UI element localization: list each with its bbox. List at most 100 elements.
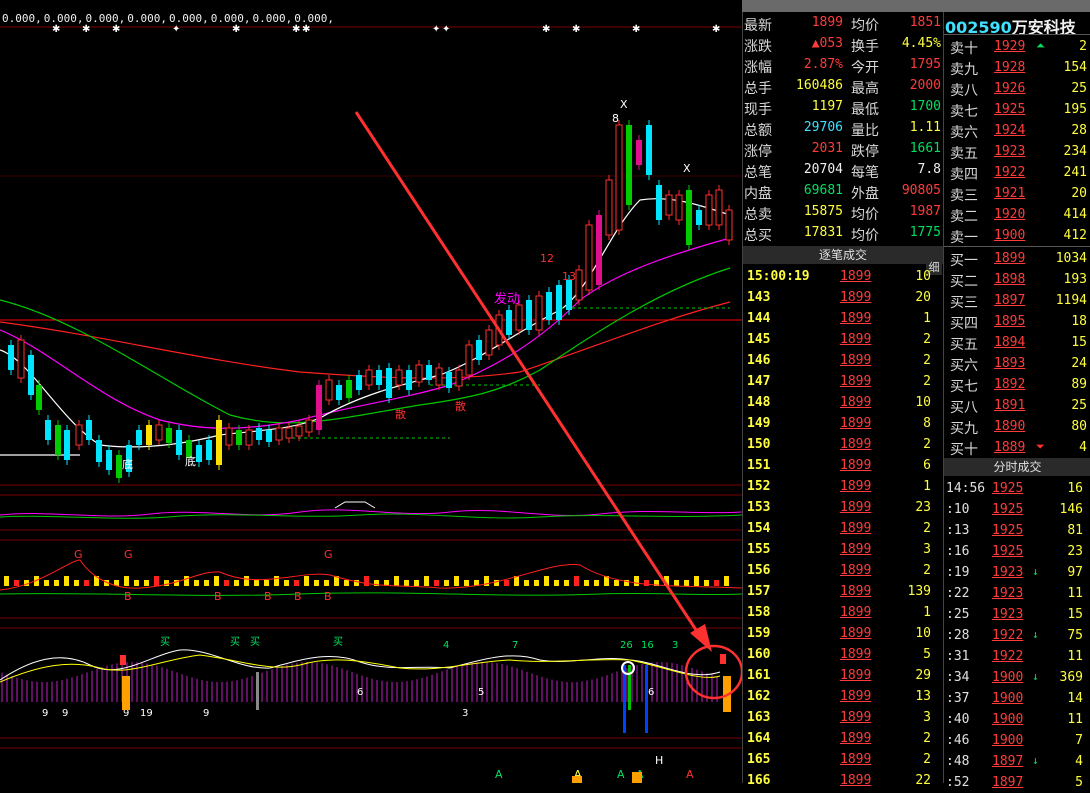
quote-label: 均价 — [851, 18, 879, 34]
candle — [245, 429, 253, 446]
annotation-arrow — [354, 111, 742, 700]
quote-panel: 最新 1899 均价 1851 涨跌 ▲053 换手 4.45% 涨幅 2.87% 今开 1795 总手… — [742, 12, 943, 788]
scatter-signal-label: 散 — [395, 407, 406, 421]
indicator-bar — [344, 580, 349, 586]
candle — [596, 215, 602, 285]
tick-price: 1899 — [840, 521, 872, 536]
quote-value: 29706 — [803, 120, 843, 135]
sell-level[interactable]: 卖五 1923 234 — [944, 141, 1090, 162]
indicator-bar — [544, 576, 549, 586]
candle — [556, 285, 562, 320]
tick-row: 147 1899 2 — [743, 371, 943, 392]
buy-level[interactable]: 买十 1889 4 ⏷ — [944, 437, 1090, 458]
buy-level[interactable]: 买七 1892 89 — [944, 374, 1090, 395]
level-volume: 193 — [1063, 272, 1087, 287]
indicator-bar — [594, 580, 599, 586]
candle — [356, 375, 362, 390]
sell-level[interactable]: 卖三 1921 20 — [944, 183, 1090, 204]
signal-markers: ✱ ✱ ✱ ✦ ✱ ✱ ✱ ✦ ✦ ✱ ✱ ✱ ✱ — [52, 24, 720, 35]
intraday-row: :40 1900 11 — [944, 709, 1090, 730]
tick-row: 155 1899 3 — [743, 539, 943, 560]
count-label: X — [683, 162, 691, 175]
indicator-bar — [564, 580, 569, 586]
candle — [295, 425, 303, 437]
a-signal: A — [617, 768, 625, 781]
level-volume: 28 — [1071, 123, 1087, 138]
intraday-volume: 7 — [1075, 733, 1083, 748]
quote-label: 量比 — [851, 123, 879, 139]
level-label: 卖八 — [950, 83, 978, 99]
buy-level[interactable]: 买四 1895 18 — [944, 311, 1090, 332]
tick-volume: 2 — [923, 731, 931, 746]
sell-level[interactable]: 卖一 1900 412 — [944, 225, 1090, 246]
quote-label: 最高 — [851, 81, 879, 97]
tick-volume: 1 — [923, 479, 931, 494]
quote-value: 1899 — [811, 15, 843, 30]
tick-price: 1899 — [840, 311, 872, 326]
indicator-bar — [274, 576, 279, 586]
quote-value: 1.11 — [909, 120, 941, 135]
quote-label: 外盘 — [851, 186, 879, 202]
tick-volume: 8 — [923, 416, 931, 431]
sell-level[interactable]: 卖四 1922 241 — [944, 162, 1090, 183]
intraday-price: 1925 — [992, 502, 1024, 517]
buy-level[interactable]: 买二 1898 193 — [944, 269, 1090, 290]
buy-level[interactable]: 买六 1893 24 — [944, 353, 1090, 374]
tick-row: 162 1899 13 — [743, 686, 943, 707]
quote-row: 现手 1197 最低 1700 — [743, 97, 943, 118]
tick-time: 160 — [747, 647, 771, 662]
buy-level[interactable]: 买八 1891 25 — [944, 395, 1090, 416]
candle — [305, 419, 313, 433]
level-price: 1892 — [994, 377, 1026, 392]
sell-level[interactable]: 卖七 1925 195 — [944, 99, 1090, 120]
sell-level[interactable]: 卖六 1924 28 — [944, 120, 1090, 141]
count-label: 9 — [203, 708, 209, 719]
intraday-time: :13 — [946, 523, 970, 538]
level-volume: 1034 — [1055, 251, 1087, 266]
intraday-header[interactable]: 分时成交 — [944, 458, 1090, 476]
buy-level[interactable]: 买三 1897 1194 — [944, 290, 1090, 311]
svg-text:✱: ✱ — [632, 24, 640, 35]
tick-price: 1899 — [840, 647, 872, 662]
sell-level[interactable]: 卖八 1926 25 — [944, 78, 1090, 99]
tick-volume: 10 — [915, 269, 931, 284]
tick-row: 153 1899 23 — [743, 497, 943, 518]
sell-level[interactable]: 卖十 1929 2 ⏶ — [944, 36, 1090, 57]
candle — [336, 385, 342, 400]
buy-level[interactable]: 买五 1894 15 — [944, 332, 1090, 353]
intraday-volume: 15 — [1067, 607, 1083, 622]
candle — [275, 427, 283, 441]
indicator-bar — [64, 576, 69, 586]
sell-level[interactable]: 卖九 1928 154 — [944, 57, 1090, 78]
buy-level[interactable]: 买九 1890 80 — [944, 416, 1090, 437]
intraday-volume: 16 — [1067, 481, 1083, 496]
level-label: 买八 — [950, 400, 978, 416]
tick-time: 163 — [747, 710, 771, 725]
quote-label: 最新 — [744, 18, 772, 34]
tick-time: 155 — [747, 542, 771, 557]
level-volume: 154 — [1063, 60, 1087, 75]
intraday-row: :13 1925 81 — [944, 520, 1090, 541]
candle — [196, 445, 202, 462]
kline-chart-area[interactable]: 0.000, 0.000, 0.000, 0.000, 0.000, 0.000, 0.00… — [0, 0, 742, 783]
candle — [28, 355, 34, 395]
count-label: 5 — [478, 687, 484, 698]
tick-price: 1899 — [840, 668, 872, 683]
buy-level[interactable]: 买一 1899 1034 — [944, 248, 1090, 269]
tick-list-header[interactable]: 逐笔成交 — [743, 246, 943, 264]
sell-level[interactable]: 卖二 1920 414 — [944, 204, 1090, 225]
quote-row: 涨跌 ▲053 换手 4.45% — [743, 34, 943, 55]
g-signal: G — [324, 548, 333, 561]
intraday-row: 14:56 1925 16 — [944, 478, 1090, 499]
candle — [136, 430, 142, 445]
candle — [696, 210, 702, 225]
intraday-volume: 23 — [1067, 544, 1083, 559]
intraday-price: 1923 — [992, 586, 1024, 601]
tick-price: 1899 — [840, 626, 872, 641]
tick-volume: 3 — [923, 710, 931, 725]
candle — [256, 428, 262, 440]
candle — [155, 424, 163, 441]
candle — [64, 430, 70, 460]
intraday-price: 1900 — [992, 670, 1024, 685]
level-volume: 1194 — [1055, 293, 1087, 308]
